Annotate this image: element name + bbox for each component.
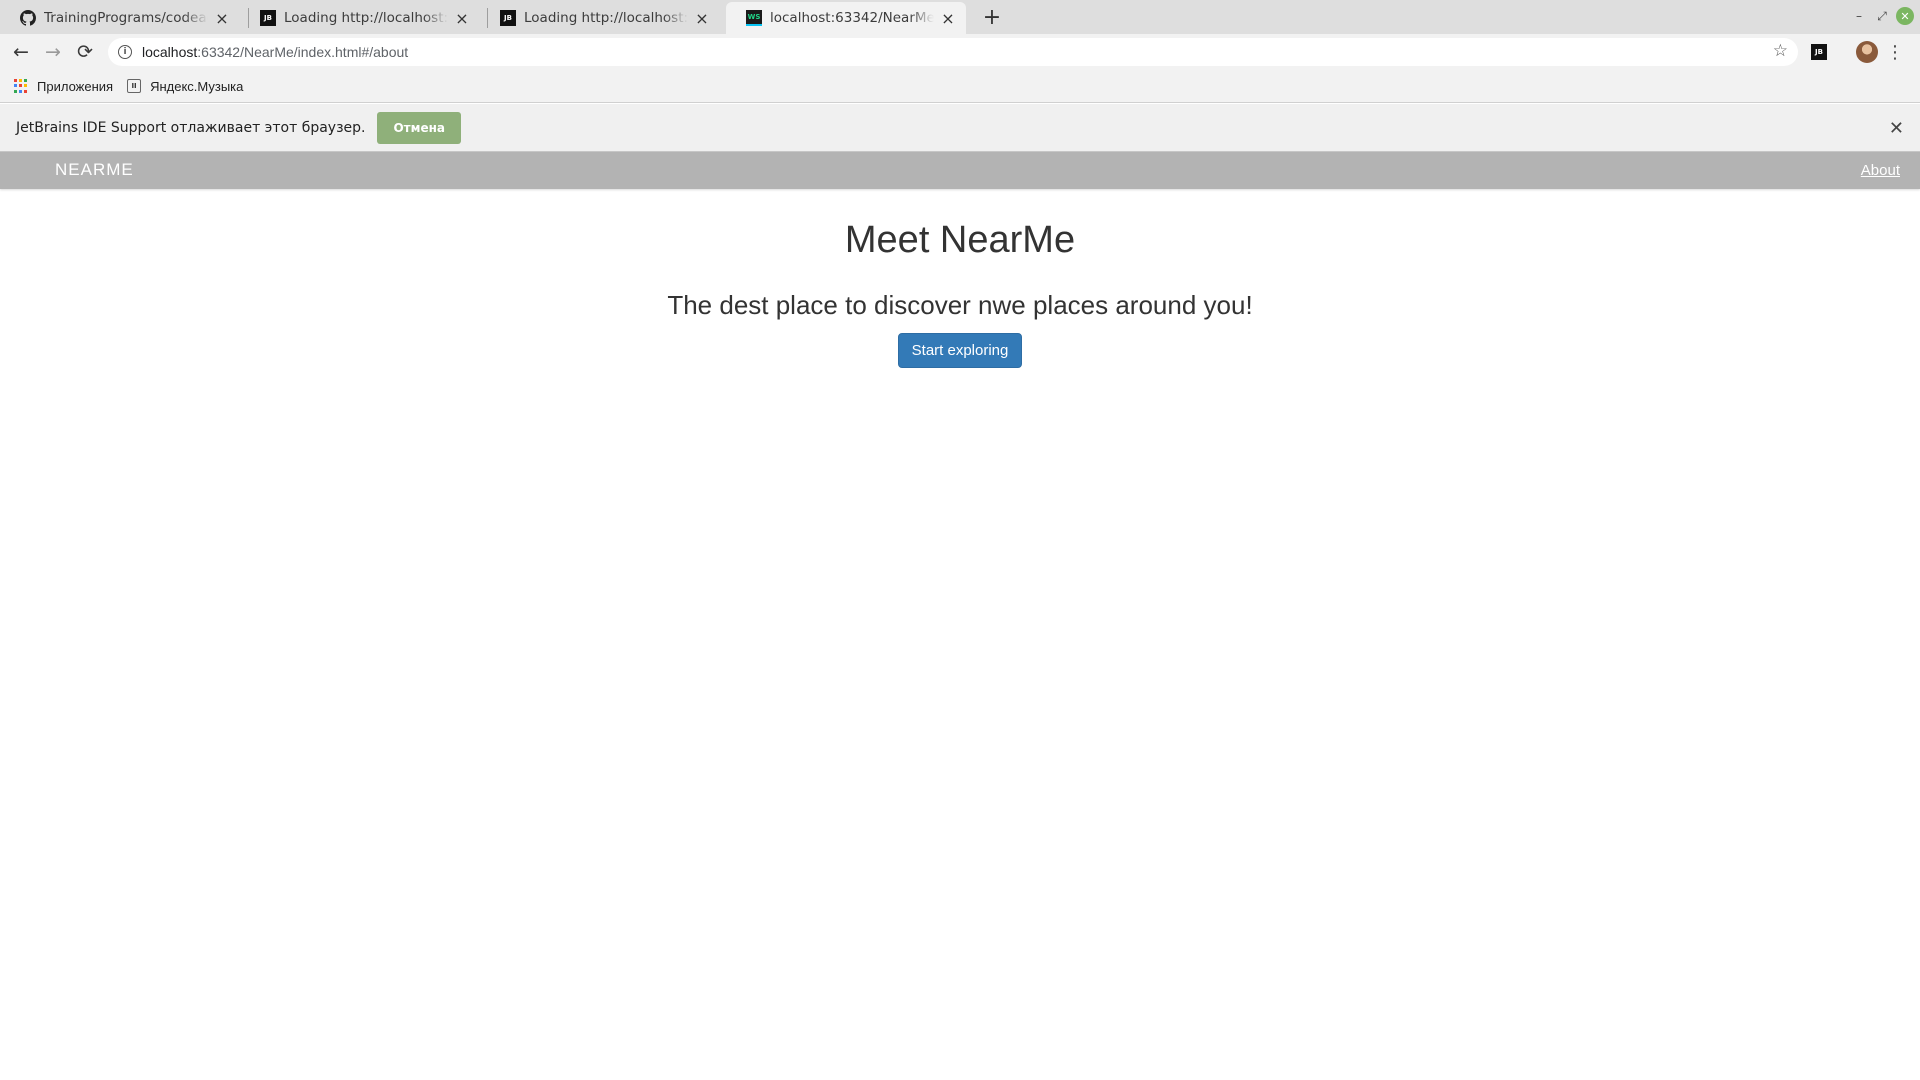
tab-title: Loading http://localhost:63342	[284, 10, 448, 26]
jetbrains-icon: JB	[260, 10, 276, 26]
cancel-debug-button[interactable]: Отмена	[377, 111, 461, 144]
brand-logo[interactable]: NEARME	[55, 160, 134, 180]
apps-dot	[14, 89, 17, 93]
close-icon[interactable]: ×	[694, 9, 710, 28]
jetbrains-icon: JB	[500, 10, 516, 26]
apps-grid-icon	[14, 79, 28, 93]
minimize-button[interactable]: –	[1850, 7, 1868, 25]
start-exploring-button[interactable]: Start exploring	[897, 333, 1023, 368]
apps-dot	[24, 84, 27, 88]
profile-avatar[interactable]	[1856, 41, 1878, 63]
url-path: :63342/NearMe/index.html#/about	[197, 44, 409, 60]
hero-subtitle: The dest place to discover nwe places ar…	[667, 290, 1253, 320]
github-icon	[20, 10, 36, 26]
infobar-message: JetBrains IDE Support отлаживает этот бр…	[16, 119, 366, 136]
close-icon[interactable]: ×	[454, 9, 470, 28]
forward-button[interactable]: →	[40, 39, 66, 65]
tab-nearme-active[interactable]: WS localhost:63342/NearMe/index.html#/ab…	[726, 2, 966, 34]
bookmark-label: Яндекс.Музыка	[150, 78, 244, 94]
url-text: localhost:63342/NearMe/index.html#/about	[142, 44, 408, 60]
webstorm-icon: WS	[746, 10, 762, 26]
tab-loading-2[interactable]: JB Loading http://localhost:63342 ×	[480, 2, 720, 34]
tab-github[interactable]: TrainingPrograms/codeacademy ×	[0, 2, 240, 34]
debug-infobar: JetBrains IDE Support отлаживает этот бр…	[0, 104, 1920, 152]
back-button[interactable]: ←	[8, 39, 34, 65]
page-title: Meet NearMe	[844, 219, 1076, 261]
bookmark-label: Приложения	[37, 78, 114, 94]
jetbrains-extension-icon[interactable]: JB	[1811, 44, 1827, 60]
bookmarks-bar: Приложения II Яндекс.Музыка	[0, 70, 1920, 103]
apps-dot	[14, 84, 17, 88]
tab-strip: TrainingPrograms/codeacademy × JB Loadin…	[0, 0, 1920, 34]
window-close-button[interactable]: ✕	[1896, 7, 1914, 25]
bookmark-yandex-music[interactable]: II Яндекс.Музыка	[127, 79, 243, 94]
close-icon[interactable]: ×	[940, 9, 956, 28]
reload-button[interactable]: ⟳	[72, 39, 98, 65]
yandex-music-icon: II	[127, 79, 142, 93]
close-icon[interactable]: ✕	[1889, 118, 1904, 139]
hero-section: Meet NearMe The dest place to discover n…	[0, 189, 1920, 368]
apps-dot	[19, 89, 22, 93]
tab-title: localhost:63342/NearMe/index.html#/about	[770, 10, 934, 26]
tab-title: Loading http://localhost:63342	[524, 10, 688, 26]
close-icon[interactable]: ×	[214, 9, 230, 28]
tab-title: TrainingPrograms/codeacademy	[44, 10, 208, 26]
address-bar[interactable]: i localhost:63342/NearMe/index.html#/abo…	[108, 38, 1798, 66]
apps-dot	[14, 79, 17, 82]
apps-dot	[24, 79, 27, 82]
site-navbar: NEARME About	[0, 152, 1920, 189]
apps-dot	[19, 84, 22, 88]
apps-dot	[24, 89, 27, 93]
info-icon[interactable]: i	[118, 45, 132, 59]
url-host: localhost	[142, 44, 198, 60]
new-tab-button[interactable]: +	[978, 5, 1006, 30]
apps-dot	[19, 79, 22, 82]
about-link[interactable]: About	[1861, 162, 1900, 179]
browser-toolbar: ← → ⟳ i localhost:63342/NearMe/index.htm…	[0, 34, 1920, 70]
browser-menu-icon[interactable]: ⋮	[1886, 41, 1904, 63]
bookmark-apps[interactable]: Приложения	[14, 79, 113, 94]
bookmark-star-icon[interactable]: ☆	[1773, 41, 1788, 61]
maximize-button[interactable]: ⤢	[1873, 7, 1891, 25]
tab-loading-1[interactable]: JB Loading http://localhost:63342 ×	[240, 2, 480, 34]
